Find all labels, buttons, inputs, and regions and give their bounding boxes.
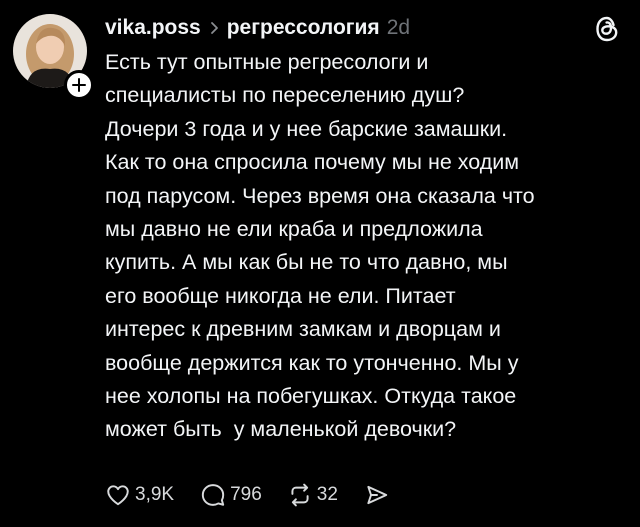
- repost-button[interactable]: 32: [287, 478, 338, 512]
- repost-count: 32: [316, 484, 338, 505]
- reply-button[interactable]: 796: [200, 478, 262, 512]
- repost-icon: [291, 483, 309, 507]
- post-time[interactable]: 2d: [387, 16, 410, 40]
- topic-link[interactable]: регрессология: [227, 16, 380, 40]
- post-text: Есть тут опытные регресологи и специалис…: [105, 50, 535, 442]
- reply-count: 796: [230, 484, 262, 505]
- plus-icon: [72, 78, 86, 92]
- heart-icon: [107, 485, 129, 506]
- comment-icon: [201, 484, 225, 506]
- threads-logo-icon[interactable]: [592, 14, 622, 44]
- like-button[interactable]: 3,9K: [105, 478, 174, 512]
- share-button[interactable]: [364, 478, 390, 512]
- follow-button[interactable]: [64, 70, 94, 100]
- chevron-right-icon: [210, 21, 219, 35]
- post-header: vika.poss регрессология 2d: [105, 11, 410, 45]
- send-icon: [367, 485, 388, 505]
- action-bar: 3,9K 796 32: [105, 478, 390, 512]
- username-link[interactable]: vika.poss: [105, 16, 201, 40]
- avatar-container[interactable]: [13, 14, 94, 100]
- like-count: 3,9K: [135, 484, 175, 505]
